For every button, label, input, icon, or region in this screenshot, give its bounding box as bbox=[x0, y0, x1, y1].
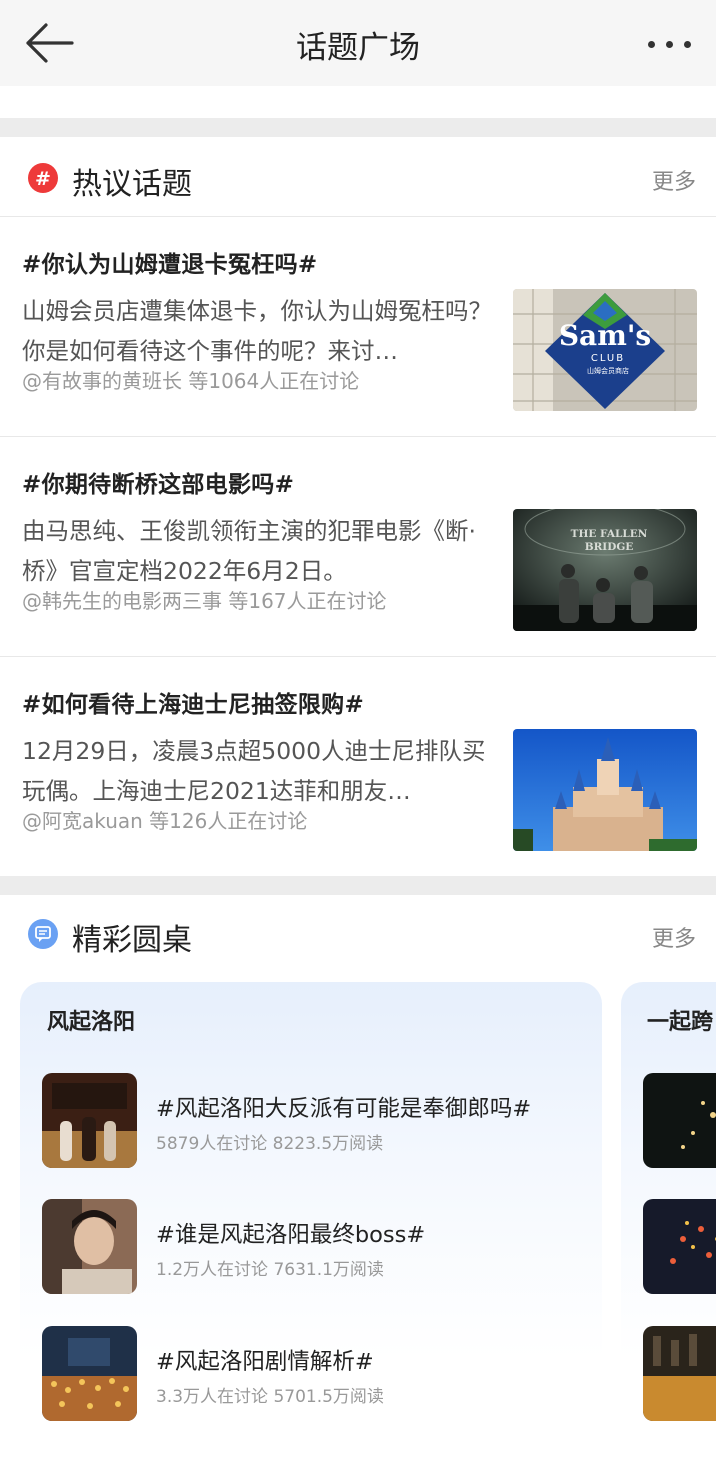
topic-title: #你期待断桥这部电影吗# bbox=[22, 472, 295, 498]
section-divider bbox=[0, 118, 716, 137]
topic-discussion-count: @阿宽akuan 等126人正在讨论 bbox=[22, 809, 308, 833]
topic-description: 山姆会员店遭集体退卡，你认为山姆冤枉吗？你是如何看待这个事件的呢？来讨… bbox=[22, 297, 492, 365]
sams-logo-text: Sam's bbox=[559, 319, 651, 352]
hot-topics-title: 热议话题 bbox=[72, 167, 192, 202]
roundtable-card-title: 风起洛阳 bbox=[47, 1010, 136, 1035]
more-options-icon[interactable] bbox=[640, 22, 696, 66]
roundtable-topic-stats: 1.2万人在讨论 7631.1万阅读 bbox=[156, 1260, 384, 1280]
hot-topics-header: # 热议话题 更多 bbox=[0, 137, 716, 217]
roundtable-card[interactable]: 一起跨 bbox=[621, 982, 716, 1452]
roundtable-topic-thumbnail bbox=[643, 1073, 716, 1168]
roundtable-topic-title: #风起洛阳剧情解析# bbox=[156, 1349, 374, 1375]
roundtable-topic-title: #谁是风起洛阳最终boss# bbox=[156, 1222, 426, 1248]
roundtable-topic-item[interactable]: #风起洛阳剧情解析# 3.3万人在讨论 5701.5万阅读 bbox=[42, 1326, 602, 1422]
sams-club-text: CLUB bbox=[591, 353, 625, 364]
topic-description: 由马思纯、王俊凯领衔主演的犯罪电影《断·桥》官宣定档2022年6月2日。 bbox=[22, 517, 476, 585]
svg-text:#: # bbox=[35, 168, 51, 190]
topic-item[interactable]: #如何看待上海迪士尼抽签限购# 12月29日，凌晨3点超5000人迪士尼排队买玩… bbox=[0, 656, 716, 876]
roundtable-topic-thumbnail bbox=[42, 1326, 137, 1421]
roundtable-topic-stats: 3.3万人在讨论 5701.5万阅读 bbox=[156, 1387, 384, 1407]
hot-topics-more-link[interactable]: 更多 bbox=[652, 164, 696, 196]
topic-item[interactable]: #你期待断桥这部电影吗# 由马思纯、王俊凯领衔主演的犯罪电影《断·桥》官宣定档2… bbox=[0, 436, 716, 656]
section-divider bbox=[0, 876, 716, 895]
topic-discussion-count: @韩先生的电影两三事 等167人正在讨论 bbox=[22, 589, 387, 613]
roundtable-topic-thumbnail bbox=[42, 1199, 137, 1294]
movie-title-line2: BRIDGE bbox=[585, 541, 634, 553]
roundtable-more-link[interactable]: 更多 bbox=[652, 921, 696, 953]
hashtag-icon: # bbox=[28, 163, 58, 193]
top-nav-bar: 话题广场 bbox=[0, 0, 716, 86]
movie-title-line1: THE FALLEN bbox=[571, 528, 648, 540]
roundtable-topic-item[interactable]: #风起洛阳大反派有可能是奉御郎吗# 5879人在讨论 8223.5万阅读 bbox=[42, 1073, 602, 1169]
topic-thumbnail: THE FALLEN BRIDGE bbox=[513, 509, 697, 631]
roundtable-topic-thumbnail bbox=[643, 1326, 716, 1421]
sams-subtitle-text: 山姆会员商店 bbox=[587, 366, 629, 375]
topic-description: 12月29日，凌晨3点超5000人迪士尼排队买玩偶。上海迪士尼2021达菲和朋友… bbox=[22, 737, 486, 805]
roundtable-topic-stats: 5879人在讨论 8223.5万阅读 bbox=[156, 1134, 384, 1154]
topic-discussion-count: @有故事的黄班长 等1064人正在讨论 bbox=[22, 369, 360, 393]
roundtable-card-title: 一起跨 bbox=[647, 1010, 714, 1035]
topic-thumbnail bbox=[513, 729, 697, 851]
roundtable-header: 精彩圆桌 更多 bbox=[0, 895, 716, 975]
topic-item[interactable]: #你认为山姆遭退卡冤枉吗# 山姆会员店遭集体退卡，你认为山姆冤枉吗？你是如何看待… bbox=[0, 216, 716, 436]
roundtable-topic-thumbnail bbox=[643, 1199, 716, 1294]
page-title: 话题广场 bbox=[296, 30, 420, 66]
topic-title: #如何看待上海迪士尼抽签限购# bbox=[22, 692, 365, 718]
roundtable-title: 精彩圆桌 bbox=[72, 923, 192, 958]
comment-bubble-icon bbox=[28, 919, 58, 949]
roundtable-topic-item[interactable]: #谁是风起洛阳最终boss# 1.2万人在讨论 7631.1万阅读 bbox=[42, 1199, 602, 1295]
topic-thumbnail: Sam's CLUB 山姆会员商店 bbox=[513, 289, 697, 411]
roundtable-topic-title: #风起洛阳大反派有可能是奉御郎吗# bbox=[156, 1096, 532, 1122]
roundtable-card[interactable]: 风起洛阳 #风起洛阳大反派有可能是奉御郎吗# 5879人在讨论 8223.5万阅… bbox=[20, 982, 602, 1452]
scrolled-content-edge bbox=[0, 86, 716, 118]
roundtable-topic-thumbnail bbox=[42, 1073, 137, 1168]
topic-title: #你认为山姆遭退卡冤枉吗# bbox=[22, 252, 318, 278]
